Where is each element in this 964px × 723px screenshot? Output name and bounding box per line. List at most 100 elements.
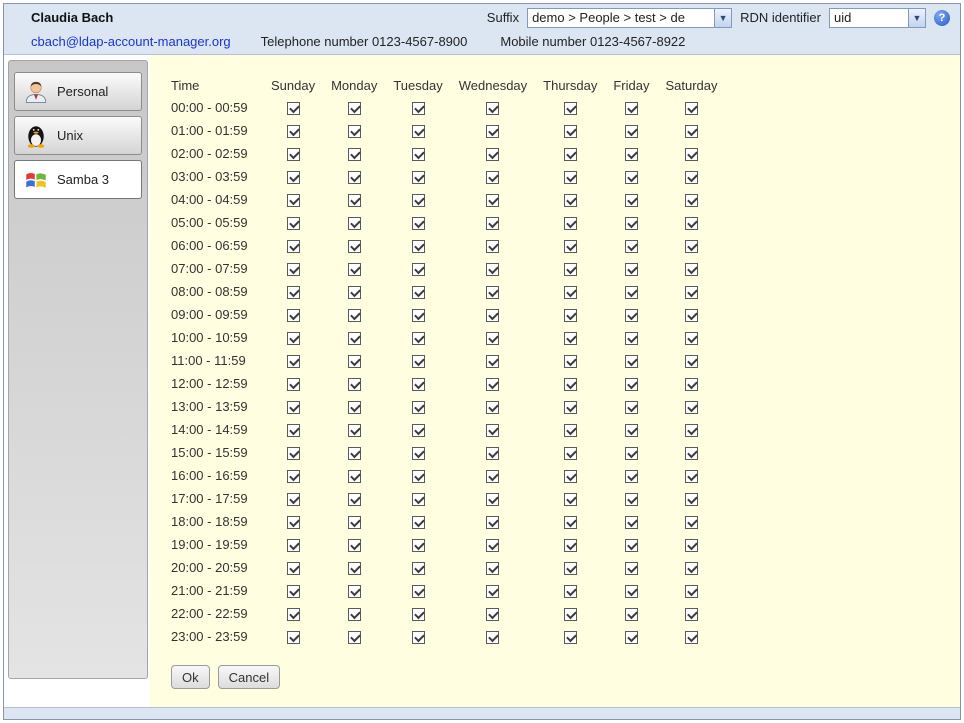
checkbox-saturday[interactable] xyxy=(685,447,698,460)
checkbox-saturday[interactable] xyxy=(685,608,698,621)
tab-personal[interactable]: Personal xyxy=(14,72,142,111)
checkbox-saturday[interactable] xyxy=(685,631,698,644)
checkbox-saturday[interactable] xyxy=(685,263,698,276)
checkbox-friday[interactable] xyxy=(625,102,638,115)
checkbox-monday[interactable] xyxy=(348,631,361,644)
checkbox-friday[interactable] xyxy=(625,125,638,138)
checkbox-saturday[interactable] xyxy=(685,470,698,483)
checkbox-thursday[interactable] xyxy=(564,631,577,644)
checkbox-friday[interactable] xyxy=(625,470,638,483)
checkbox-saturday[interactable] xyxy=(685,355,698,368)
checkbox-monday[interactable] xyxy=(348,102,361,115)
checkbox-monday[interactable] xyxy=(348,332,361,345)
checkbox-wednesday[interactable] xyxy=(486,102,499,115)
checkbox-tuesday[interactable] xyxy=(412,148,425,161)
checkbox-monday[interactable] xyxy=(348,470,361,483)
checkbox-tuesday[interactable] xyxy=(412,562,425,575)
checkbox-wednesday[interactable] xyxy=(486,286,499,299)
checkbox-tuesday[interactable] xyxy=(412,631,425,644)
checkbox-saturday[interactable] xyxy=(685,148,698,161)
checkbox-monday[interactable] xyxy=(348,148,361,161)
checkbox-thursday[interactable] xyxy=(564,424,577,437)
checkbox-wednesday[interactable] xyxy=(486,378,499,391)
checkbox-thursday[interactable] xyxy=(564,148,577,161)
checkbox-monday[interactable] xyxy=(348,286,361,299)
checkbox-tuesday[interactable] xyxy=(412,470,425,483)
checkbox-sunday[interactable] xyxy=(287,194,300,207)
checkbox-sunday[interactable] xyxy=(287,332,300,345)
checkbox-sunday[interactable] xyxy=(287,631,300,644)
checkbox-friday[interactable] xyxy=(625,355,638,368)
checkbox-friday[interactable] xyxy=(625,378,638,391)
checkbox-wednesday[interactable] xyxy=(486,401,499,414)
checkbox-sunday[interactable] xyxy=(287,539,300,552)
checkbox-saturday[interactable] xyxy=(685,378,698,391)
checkbox-monday[interactable] xyxy=(348,125,361,138)
checkbox-sunday[interactable] xyxy=(287,378,300,391)
checkbox-thursday[interactable] xyxy=(564,401,577,414)
checkbox-monday[interactable] xyxy=(348,539,361,552)
checkbox-friday[interactable] xyxy=(625,493,638,506)
checkbox-friday[interactable] xyxy=(625,585,638,598)
checkbox-thursday[interactable] xyxy=(564,378,577,391)
checkbox-saturday[interactable] xyxy=(685,217,698,230)
checkbox-monday[interactable] xyxy=(348,424,361,437)
checkbox-sunday[interactable] xyxy=(287,171,300,184)
checkbox-monday[interactable] xyxy=(348,608,361,621)
checkbox-thursday[interactable] xyxy=(564,171,577,184)
checkbox-monday[interactable] xyxy=(348,447,361,460)
checkbox-friday[interactable] xyxy=(625,148,638,161)
checkbox-wednesday[interactable] xyxy=(486,608,499,621)
checkbox-wednesday[interactable] xyxy=(486,424,499,437)
checkbox-wednesday[interactable] xyxy=(486,125,499,138)
checkbox-friday[interactable] xyxy=(625,562,638,575)
checkbox-monday[interactable] xyxy=(348,171,361,184)
checkbox-friday[interactable] xyxy=(625,631,638,644)
checkbox-wednesday[interactable] xyxy=(486,447,499,460)
checkbox-thursday[interactable] xyxy=(564,240,577,253)
ok-button[interactable]: Ok xyxy=(171,665,210,689)
checkbox-monday[interactable] xyxy=(348,516,361,529)
help-icon[interactable]: ? xyxy=(934,10,950,26)
checkbox-tuesday[interactable] xyxy=(412,424,425,437)
checkbox-wednesday[interactable] xyxy=(486,562,499,575)
checkbox-thursday[interactable] xyxy=(564,516,577,529)
checkbox-friday[interactable] xyxy=(625,516,638,529)
checkbox-wednesday[interactable] xyxy=(486,470,499,483)
checkbox-tuesday[interactable] xyxy=(412,355,425,368)
checkbox-saturday[interactable] xyxy=(685,171,698,184)
tab-unix[interactable]: Unix xyxy=(14,116,142,155)
checkbox-tuesday[interactable] xyxy=(412,516,425,529)
checkbox-saturday[interactable] xyxy=(685,585,698,598)
checkbox-wednesday[interactable] xyxy=(486,171,499,184)
cancel-button[interactable]: Cancel xyxy=(218,665,280,689)
checkbox-monday[interactable] xyxy=(348,309,361,322)
checkbox-wednesday[interactable] xyxy=(486,631,499,644)
checkbox-tuesday[interactable] xyxy=(412,240,425,253)
checkbox-tuesday[interactable] xyxy=(412,539,425,552)
checkbox-tuesday[interactable] xyxy=(412,493,425,506)
checkbox-wednesday[interactable] xyxy=(486,355,499,368)
checkbox-thursday[interactable] xyxy=(564,194,577,207)
checkbox-monday[interactable] xyxy=(348,378,361,391)
checkbox-wednesday[interactable] xyxy=(486,516,499,529)
checkbox-thursday[interactable] xyxy=(564,608,577,621)
checkbox-monday[interactable] xyxy=(348,217,361,230)
checkbox-friday[interactable] xyxy=(625,171,638,184)
checkbox-friday[interactable] xyxy=(625,401,638,414)
checkbox-thursday[interactable] xyxy=(564,263,577,276)
checkbox-wednesday[interactable] xyxy=(486,263,499,276)
checkbox-sunday[interactable] xyxy=(287,286,300,299)
checkbox-friday[interactable] xyxy=(625,608,638,621)
checkbox-wednesday[interactable] xyxy=(486,585,499,598)
checkbox-thursday[interactable] xyxy=(564,102,577,115)
checkbox-wednesday[interactable] xyxy=(486,148,499,161)
checkbox-tuesday[interactable] xyxy=(412,263,425,276)
checkbox-tuesday[interactable] xyxy=(412,309,425,322)
checkbox-thursday[interactable] xyxy=(564,470,577,483)
checkbox-sunday[interactable] xyxy=(287,148,300,161)
checkbox-tuesday[interactable] xyxy=(412,447,425,460)
checkbox-wednesday[interactable] xyxy=(486,332,499,345)
checkbox-sunday[interactable] xyxy=(287,516,300,529)
tab-samba3[interactable]: Samba 3 xyxy=(14,160,142,199)
